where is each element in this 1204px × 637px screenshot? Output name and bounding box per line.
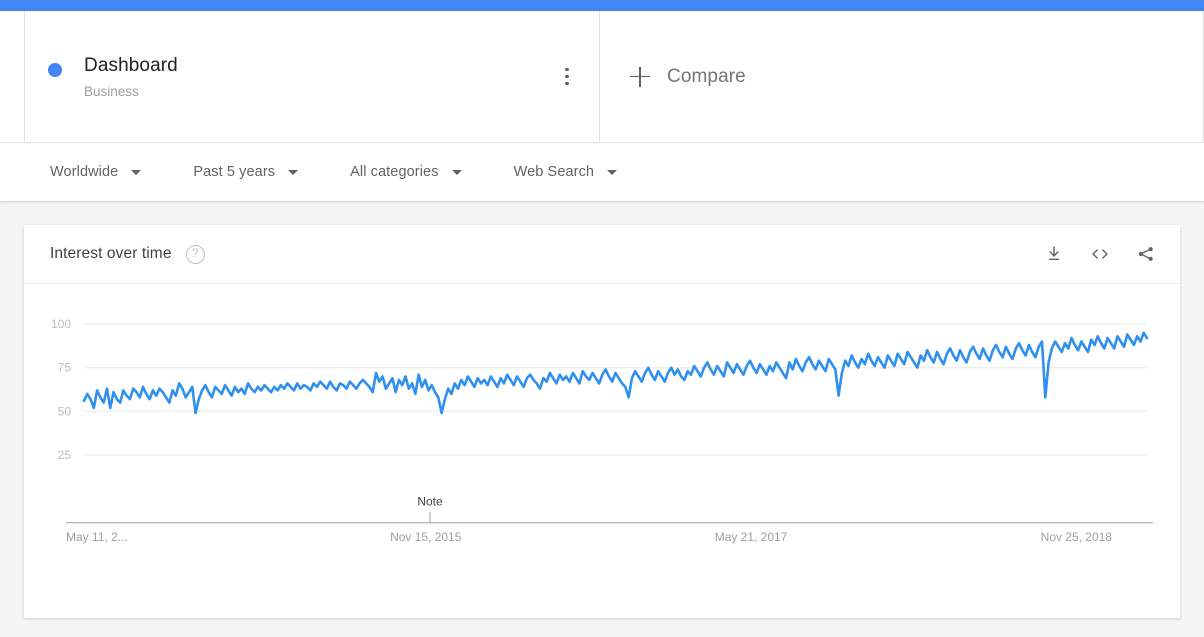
search-term-content: Dashboard Business [25, 54, 178, 102]
filter-location[interactable]: Worldwide [50, 164, 142, 180]
chart-x-tick-labels: May 11, 2... Nov 15, 2015 May 21, 2017 Nov … [66, 530, 1112, 544]
content-area: Interest over time ? 25 50 75 100 May 11… [0, 201, 1204, 637]
plus-icon [630, 66, 650, 87]
filter-location-label: Worldwide [50, 164, 119, 180]
x-tick-label: Nov 25, 2018 [1041, 530, 1113, 544]
annotation-label: Note [417, 495, 443, 509]
compare-label: Compare [667, 65, 746, 87]
series-line [82, 331, 1149, 415]
interest-over-time-card: Interest over time ? 25 50 75 100 May 11… [24, 225, 1180, 618]
app-top-bar [0, 0, 1204, 11]
query-row-gutter [0, 11, 25, 142]
embed-code-icon[interactable] [1088, 242, 1112, 266]
search-term-text: Dashboard Business [84, 54, 178, 102]
chart-area[interactable]: 25 50 75 100 May 11, 2... Nov 15, 2015 May 21… [24, 284, 1180, 618]
card-header: Interest over time ? [24, 225, 1180, 284]
filters-bar: Worldwide Past 5 years All categories We… [0, 143, 1204, 201]
search-term-card[interactable]: Dashboard Business [25, 11, 600, 142]
query-row: Dashboard Business Compare [0, 11, 1204, 143]
y-tick-label: 50 [58, 404, 72, 418]
filter-time-range[interactable]: Past 5 years [193, 164, 299, 180]
filter-category-label: All categories [350, 164, 439, 180]
more-vert-icon[interactable] [554, 62, 580, 92]
chevron-down-icon [131, 169, 142, 175]
y-tick-label: 75 [58, 361, 72, 375]
help-circle-icon[interactable]: ? [185, 244, 205, 264]
card-title: Interest over time [50, 245, 172, 262]
filter-category[interactable]: All categories [350, 164, 462, 180]
chart-y-tick-labels: 25 50 75 100 [51, 317, 71, 462]
chart-series-paths [82, 331, 1149, 415]
chevron-down-icon [288, 169, 299, 175]
x-tick-label: May 11, 2... [66, 530, 128, 544]
chevron-down-icon [451, 169, 462, 175]
more-vert-dot [565, 68, 569, 72]
filter-time-range-label: Past 5 years [193, 164, 276, 180]
series-color-dot [48, 62, 62, 77]
filter-search-type-label: Web Search [513, 164, 595, 180]
search-term-title: Dashboard [84, 54, 178, 76]
share-icon[interactable] [1134, 242, 1158, 266]
chevron-down-icon [607, 169, 618, 175]
download-icon[interactable] [1042, 242, 1066, 266]
more-vert-dot [565, 74, 569, 79]
interest-over-time-chart[interactable]: 25 50 75 100 May 11, 2... Nov 15, 2015 May 21… [24, 284, 1180, 618]
y-tick-label: 100 [51, 317, 71, 331]
chart-annotations[interactable]: Note [417, 495, 443, 523]
x-tick-label: May 21, 2017 [715, 530, 788, 544]
more-vert-dot [565, 81, 569, 85]
chart-annotation[interactable]: Note [417, 495, 443, 523]
x-tick-label: Nov 15, 2015 [390, 530, 462, 544]
filter-search-type[interactable]: Web Search [514, 164, 618, 180]
compare-button[interactable]: Compare [600, 11, 1204, 142]
search-term-subtitle: Business [84, 83, 139, 99]
y-tick-label: 25 [58, 448, 72, 462]
card-actions [1042, 242, 1158, 266]
